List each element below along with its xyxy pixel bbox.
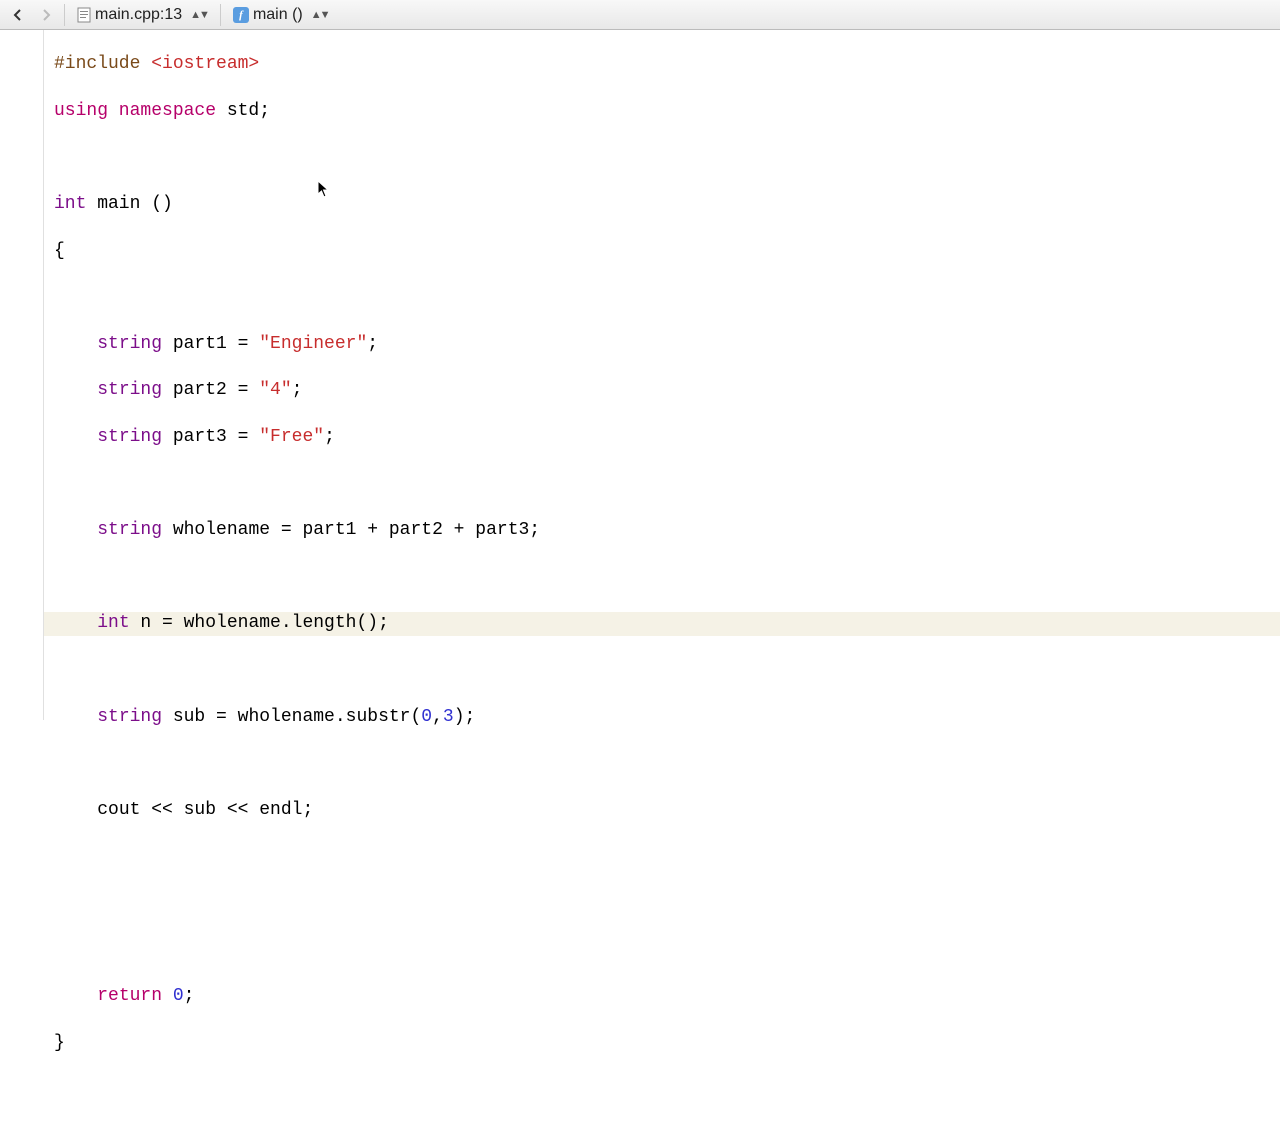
- code-line: string sub = wholename.substr(0,3);: [54, 706, 1270, 729]
- code-line: [54, 939, 1270, 962]
- code-line: string wholename = part1 + part2 + part3…: [54, 519, 1270, 542]
- toolbar: main.cpp:13 ▲▼ f main () ▲▼: [0, 0, 1280, 30]
- nav-back-button[interactable]: [4, 3, 32, 27]
- code-line: [54, 752, 1270, 775]
- code-line: [54, 566, 1270, 589]
- separator: [64, 4, 65, 26]
- arrow-right-icon: [40, 9, 52, 21]
- breadcrumb-file[interactable]: main.cpp:13 ▲▼: [69, 4, 216, 26]
- updown-icon: ▲▼: [190, 9, 208, 21]
- gutter: [0, 30, 44, 720]
- code-line: #include <iostream>: [54, 53, 1270, 76]
- code-line: {: [54, 240, 1270, 263]
- arrow-left-icon: [12, 9, 24, 21]
- editor: #include <iostream> using namespace std;…: [0, 30, 1280, 720]
- code-line: }: [54, 1032, 1270, 1055]
- code-line: using namespace std;: [54, 100, 1270, 123]
- breadcrumb-function[interactable]: f main () ▲▼: [225, 4, 337, 26]
- code-line: [54, 845, 1270, 868]
- separator: [220, 4, 221, 26]
- file-icon: [77, 7, 91, 23]
- code-line: [54, 473, 1270, 496]
- code-line: [54, 892, 1270, 915]
- code-line: [54, 659, 1270, 682]
- code-area[interactable]: #include <iostream> using namespace std;…: [44, 30, 1280, 720]
- code-line: string part3 = "Free";: [54, 426, 1270, 449]
- code-line: int main (): [54, 193, 1270, 216]
- code-line: [54, 146, 1270, 169]
- breadcrumb-file-label: main.cpp:13: [95, 6, 182, 24]
- function-icon: f: [233, 7, 249, 23]
- breadcrumb-function-label: main (): [253, 6, 303, 24]
- code-line: string part1 = "Engineer";: [54, 333, 1270, 356]
- code-line-highlighted: int n = wholename.length();: [44, 612, 1280, 635]
- code-line: return 0;: [54, 985, 1270, 1008]
- updown-icon: ▲▼: [311, 9, 329, 21]
- code-line: string part2 = "4";: [54, 379, 1270, 402]
- code-line: cout << sub << endl;: [54, 799, 1270, 822]
- code-line: [54, 286, 1270, 309]
- nav-forward-button[interactable]: [32, 3, 60, 27]
